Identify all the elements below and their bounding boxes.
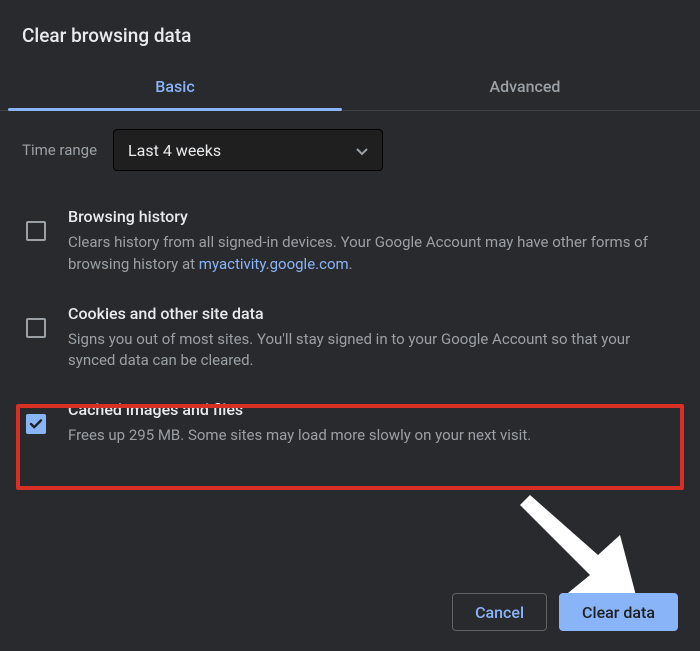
option-title: Cookies and other site data bbox=[68, 304, 678, 323]
option-desc-text: . bbox=[349, 255, 353, 273]
option-desc: Clears history from all signed-in device… bbox=[68, 232, 678, 276]
checkbox-cache[interactable] bbox=[26, 414, 46, 434]
dialog-title: Clear browsing data bbox=[0, 0, 700, 65]
chevron-down-icon bbox=[356, 141, 368, 160]
clear-data-button-label: Clear data bbox=[582, 603, 655, 622]
cancel-button[interactable]: Cancel bbox=[452, 593, 547, 631]
option-title: Browsing history bbox=[68, 207, 678, 226]
time-range-row: Time range Last 4 weeks bbox=[22, 129, 678, 171]
option-desc-text: Clears history from all signed-in device… bbox=[68, 233, 648, 273]
clear-data-button[interactable]: Clear data bbox=[559, 593, 678, 631]
clear-browsing-data-dialog: Clear browsing data Basic Advanced Time … bbox=[0, 0, 700, 651]
tab-advanced-label: Advanced bbox=[490, 77, 561, 96]
checkbox-cookies[interactable] bbox=[26, 318, 46, 338]
dialog-body: Time range Last 4 weeks Browsing history… bbox=[0, 111, 700, 467]
tab-basic[interactable]: Basic bbox=[0, 65, 350, 110]
time-range-label: Time range bbox=[22, 141, 97, 159]
option-cookies: Cookies and other site data Signs you ou… bbox=[22, 296, 678, 393]
tab-advanced[interactable]: Advanced bbox=[350, 65, 700, 110]
tab-basic-label: Basic bbox=[155, 77, 194, 96]
time-range-value: Last 4 weeks bbox=[128, 141, 221, 160]
tabs: Basic Advanced bbox=[0, 65, 700, 111]
cancel-button-label: Cancel bbox=[475, 603, 524, 622]
option-desc: Signs you out of most sites. You'll stay… bbox=[68, 329, 678, 373]
dialog-actions: Cancel Clear data bbox=[452, 593, 678, 631]
checkbox-browsing-history[interactable] bbox=[26, 221, 46, 241]
option-title: Cached images and files bbox=[68, 400, 678, 419]
time-range-dropdown[interactable]: Last 4 weeks bbox=[113, 129, 383, 171]
myactivity-link[interactable]: myactivity.google.com bbox=[199, 255, 349, 273]
option-cache: Cached images and files Frees up 295 MB.… bbox=[22, 392, 678, 467]
option-browsing-history: Browsing history Clears history from all… bbox=[22, 199, 678, 296]
option-desc: Frees up 295 MB. Some sites may load mor… bbox=[68, 425, 678, 447]
